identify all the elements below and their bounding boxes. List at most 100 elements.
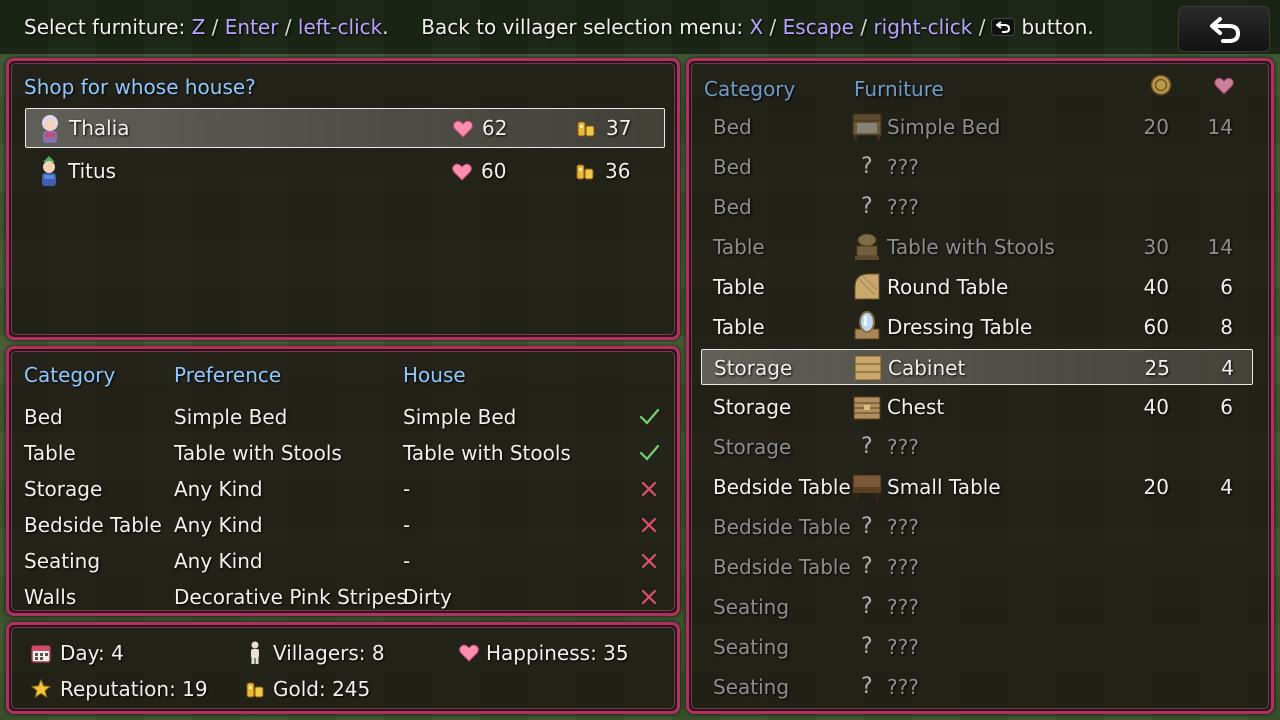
- round-table-icon: [854, 273, 880, 300]
- furniture-cost: 25: [1144, 356, 1170, 380]
- furniture-row[interactable]: Table Round Table 40 6: [701, 269, 1253, 305]
- villager-icon: [251, 641, 259, 664]
- furniture-category: Seating: [713, 635, 790, 659]
- heart-icon: [452, 163, 472, 181]
- furniture-row: Seating????: [701, 629, 1253, 665]
- furniture-cost: 20: [1143, 475, 1169, 499]
- cross-icon: [641, 481, 657, 497]
- villager-name: Titus: [68, 159, 117, 183]
- back-button[interactable]: [1178, 6, 1270, 52]
- villager-panel-title: Shop for whose house?: [24, 75, 256, 99]
- furniture-name: Dressing Table: [887, 315, 1033, 339]
- button-word: button.: [1021, 15, 1094, 39]
- villager-happiness: 60: [481, 159, 507, 183]
- calendar-icon: [31, 645, 51, 663]
- unknown-icon: ?: [861, 554, 873, 579]
- preference-row: Walls Decorative Pink Stripes Dirty: [9, 579, 679, 615]
- furniture-row: Bedside Table????: [701, 549, 1253, 585]
- furniture-category: Bed: [713, 155, 752, 179]
- furniture-row[interactable]: Storage Chest 40 6: [701, 389, 1253, 425]
- furniture-header-name: Furniture: [854, 77, 944, 101]
- pref-header-category: Category: [24, 363, 116, 387]
- cabinet-icon: [854, 355, 882, 381]
- pref-category: Walls: [24, 585, 77, 609]
- furniture-name: Round Table: [887, 275, 1009, 299]
- furniture-cost: 20: [1143, 115, 1169, 139]
- heart-icon: [459, 644, 479, 662]
- furniture-row[interactable]: Bed Simple Bed 20 14: [701, 109, 1253, 145]
- cross-icon: [641, 553, 657, 569]
- bed-icon: [852, 113, 882, 140]
- furniture-row[interactable]: Storage Cabinet 25 4: [701, 349, 1253, 385]
- gold-icon: [577, 121, 595, 137]
- preference-row: Seating Any Kind -: [9, 543, 679, 579]
- heart-icon: [1214, 77, 1234, 95]
- furniture-category: Storage: [713, 395, 792, 419]
- furniture-name: Cabinet: [888, 356, 966, 380]
- furniture-category: Seating: [713, 595, 790, 619]
- preference-row: Storage Any Kind -: [9, 471, 679, 507]
- star-icon: [31, 679, 51, 699]
- happiness-total: Happiness: 35: [486, 641, 629, 665]
- furniture-happiness: 14: [1207, 235, 1233, 259]
- furniture-name: ???: [887, 635, 919, 659]
- back-arrow-icon: [1210, 17, 1241, 43]
- furniture-name: ???: [887, 555, 919, 579]
- cross-icon: [641, 517, 657, 533]
- furniture-cost: 40: [1143, 395, 1169, 419]
- pref-preference: Any Kind: [174, 477, 263, 501]
- hint-bar: Select furniture: Z / Enter / left-click…: [0, 0, 1280, 54]
- pref-house: Table with Stools: [403, 441, 571, 465]
- furniture-name: Table with Stools: [887, 235, 1055, 259]
- checkmark-icon: [639, 408, 660, 425]
- pref-preference: Decorative Pink Stripes: [174, 585, 407, 609]
- preference-row: Table Table with Stools Table with Stools: [9, 435, 679, 471]
- villager-name: Thalia: [69, 116, 130, 140]
- furniture-category: Storage: [714, 356, 793, 380]
- villager-happiness: 62: [482, 116, 508, 140]
- villager-panel: Shop for whose house? Thalia 62 37 Titus: [6, 58, 680, 340]
- villager-gold: 36: [605, 159, 631, 183]
- villager-row-thalia[interactable]: Thalia 62 37: [25, 108, 665, 148]
- gold-icon: [246, 682, 264, 698]
- furniture-panel: Category Furniture Bed Simple Bed 20 14 Bed?…: [686, 58, 1274, 714]
- furniture-category: Table: [713, 315, 765, 339]
- controls-hint: Select furniture: Z / Enter / left-click…: [24, 15, 1094, 39]
- pref-category: Storage: [24, 477, 103, 501]
- preference-panel: Category Preference House Bed Simple Bed S…: [6, 346, 680, 616]
- furniture-happiness: 6: [1220, 275, 1233, 299]
- furniture-happiness: 6: [1220, 395, 1233, 419]
- furniture-category: Seating: [713, 675, 790, 699]
- furniture-happiness: 4: [1220, 475, 1233, 499]
- pref-house: -: [403, 477, 411, 501]
- furniture-category: Bedside Table: [713, 475, 851, 499]
- furniture-row[interactable]: Table Dressing Table 60 8: [701, 309, 1253, 345]
- furniture-category: Table: [713, 275, 765, 299]
- villager-row-titus[interactable]: Titus 60 36: [25, 152, 665, 192]
- furniture-row[interactable]: Table Table with Stools 30 14: [701, 229, 1253, 265]
- furniture-category: Storage: [713, 435, 792, 459]
- key-left-click: left-click: [297, 15, 383, 39]
- furniture-header-category: Category: [704, 77, 796, 101]
- furniture-row: Bed????: [701, 189, 1253, 225]
- furniture-name: ???: [887, 675, 919, 699]
- pref-house: Dirty: [403, 585, 452, 609]
- pref-house: -: [403, 549, 411, 573]
- pref-category: Bedside Table: [24, 513, 162, 537]
- pref-preference: Any Kind: [174, 549, 263, 573]
- furniture-row: Bed????: [701, 149, 1253, 185]
- pref-header-house: House: [403, 363, 466, 387]
- furniture-name: Simple Bed: [887, 115, 1001, 139]
- pref-category: Seating: [24, 549, 101, 573]
- furniture-row: Bedside Table????: [701, 509, 1253, 545]
- cross-icon: [641, 589, 657, 605]
- furniture-category: Bedside Table: [713, 555, 851, 579]
- furniture-category: Bedside Table: [713, 515, 851, 539]
- unknown-icon: ?: [861, 194, 873, 219]
- pref-category: Bed: [24, 405, 63, 429]
- furniture-row[interactable]: Bedside Table Small Table 20 4: [701, 469, 1253, 505]
- small-table-icon: [852, 474, 882, 500]
- furniture-happiness: 8: [1220, 315, 1233, 339]
- key-enter: Enter: [224, 15, 279, 39]
- furniture-name: ???: [887, 195, 919, 219]
